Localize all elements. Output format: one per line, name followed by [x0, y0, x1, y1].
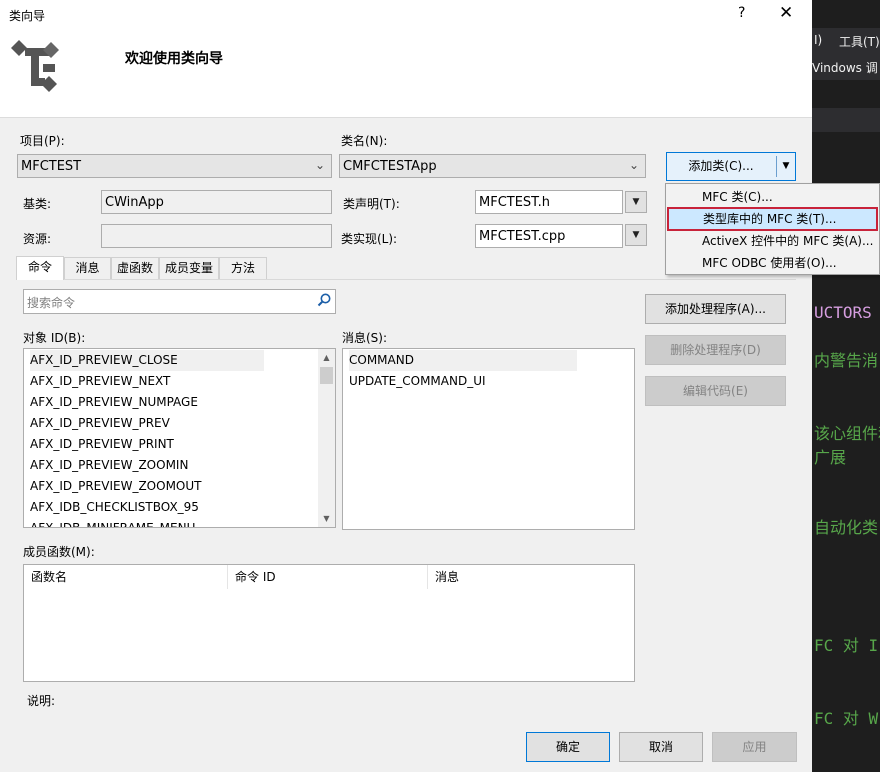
- ide-toolbar-text[interactable]: Vindows 调: [812, 59, 878, 76]
- scroll-thumb[interactable]: [320, 367, 333, 384]
- object-ids-list[interactable]: AFX_ID_PREVIEW_CLOSE AFX_ID_PREVIEW_NEXT A…: [23, 348, 336, 528]
- ide-menu-tools[interactable]: 工具(T): [839, 33, 880, 50]
- object-ids-label: 对象 ID(B):: [23, 331, 86, 345]
- member-functions-label: 成员函数(M):: [23, 545, 95, 559]
- search-icon[interactable]: [316, 292, 332, 308]
- class-wizard-logo-icon: [11, 40, 59, 92]
- object-id-item[interactable]: AFX_IDB_MINIFRAME_MENU: [30, 518, 195, 527]
- classname-value: CMFCTESTApp: [343, 159, 437, 174]
- search-commands-box[interactable]: 搜索命令: [23, 289, 336, 314]
- delete-handler-button[interactable]: 删除处理程序(D): [645, 335, 786, 365]
- project-combo[interactable]: MFCTEST ⌄: [17, 154, 332, 178]
- ide-menubar: I) 工具(T): [812, 28, 880, 54]
- object-ids-scrollbar[interactable]: ▲ ▼: [318, 349, 335, 527]
- project-value: MFCTEST: [21, 159, 82, 174]
- messages-label: 消息(S):: [342, 331, 388, 345]
- ide-code-line: FC 对 W: [814, 709, 879, 728]
- ide-toolbar: Vindows 调: [812, 54, 880, 80]
- class-impl-label: 类实现(L):: [341, 232, 398, 246]
- project-label: 项目(P):: [20, 134, 65, 148]
- description-label: 说明:: [27, 694, 56, 708]
- classname-combo[interactable]: CMFCTESTApp ⌄: [339, 154, 646, 178]
- menu-item-mfc-class[interactable]: MFC 类(C)...: [667, 186, 878, 208]
- object-id-item[interactable]: AFX_ID_PREVIEW_PRINT: [30, 434, 174, 455]
- tab-member-variables[interactable]: 成员变量: [159, 257, 219, 279]
- menu-item-mfc-odbc-consumer[interactable]: MFC ODBC 使用者(O)...: [667, 252, 878, 274]
- class-decl-field[interactable]: MFCTEST.h: [475, 190, 623, 214]
- close-button[interactable]: ✕: [779, 3, 793, 23]
- tab-commands[interactable]: 命令: [16, 256, 64, 280]
- column-header-function-name[interactable]: 函数名: [24, 565, 228, 589]
- scroll-down-icon[interactable]: ▼: [318, 510, 335, 527]
- add-class-menu: MFC 类(C)... 类型库中的 MFC 类(T)... ActiveX 控件中的…: [665, 183, 880, 275]
- class-wizard-dialog: 类向导 ? ✕ 欢迎使用类向导 项目(P): MFCTEST ⌄ 类名(N): …: [0, 0, 812, 772]
- dialog-title: 类向导: [9, 9, 46, 23]
- member-functions-table[interactable]: 函数名 命令 ID 消息: [23, 564, 635, 682]
- wizard-header: 欢迎使用类向导: [0, 30, 812, 118]
- welcome-heading: 欢迎使用类向导: [125, 51, 223, 67]
- object-id-item[interactable]: AFX_ID_PREVIEW_PREV: [30, 413, 170, 434]
- tab-virtual-functions[interactable]: 虚函数: [111, 257, 159, 279]
- class-decl-value: MFCTEST.h: [479, 195, 550, 210]
- ide-code-line: 内警告消: [814, 351, 879, 370]
- apply-button[interactable]: 应用: [712, 732, 797, 762]
- object-id-item[interactable]: AFX_ID_PREVIEW_NUMPAGE: [30, 392, 198, 413]
- chevron-down-icon: ⌄: [314, 158, 325, 172]
- search-commands-placeholder: 搜索命令: [27, 296, 76, 310]
- add-class-split-button[interactable]: 添加类(C)... ▼: [666, 152, 796, 181]
- cancel-button[interactable]: 取消: [619, 732, 703, 762]
- base-class-field[interactable]: CWinApp: [101, 190, 332, 214]
- column-header-command-id[interactable]: 命令 ID: [228, 565, 428, 589]
- object-id-item[interactable]: AFX_IDB_CHECKLISTBOX_95: [30, 497, 199, 518]
- object-id-item[interactable]: AFX_ID_PREVIEW_NEXT: [30, 371, 170, 392]
- class-impl-dropdown-button[interactable]: ▼: [625, 224, 647, 246]
- class-decl-dropdown-button[interactable]: ▼: [625, 191, 647, 213]
- ide-code-line: UCTORS: [814, 303, 872, 322]
- messages-list[interactable]: COMMAND UPDATE_COMMAND_UI: [342, 348, 635, 530]
- resource-label: 资源:: [23, 232, 52, 246]
- ide-code-line: 广展: [814, 448, 847, 467]
- column-header-message[interactable]: 消息: [428, 565, 634, 589]
- add-class-button-label[interactable]: 添加类(C)...: [667, 153, 775, 180]
- menu-item-mfc-class-from-activex[interactable]: ActiveX 控件中的 MFC 类(A)...: [667, 230, 878, 252]
- base-class-value: CWinApp: [105, 195, 164, 210]
- resource-field[interactable]: [101, 224, 332, 248]
- base-class-label: 基类:: [23, 197, 52, 211]
- tab-methods[interactable]: 方法: [219, 257, 267, 279]
- edit-code-button[interactable]: 编辑代码(E): [645, 376, 786, 406]
- menu-item-mfc-class-from-typelib[interactable]: 类型库中的 MFC 类(T)...: [667, 207, 878, 231]
- object-id-item[interactable]: AFX_ID_PREVIEW_ZOOMOUT: [30, 476, 202, 497]
- object-id-item[interactable]: AFX_ID_PREVIEW_ZOOMIN: [30, 455, 188, 476]
- classname-label: 类名(N):: [341, 134, 388, 148]
- add-handler-button[interactable]: 添加处理程序(A)...: [645, 294, 786, 324]
- object-id-item[interactable]: AFX_ID_PREVIEW_CLOSE: [30, 350, 264, 371]
- scroll-up-icon[interactable]: ▲: [318, 349, 335, 366]
- dropdown-arrow-icon[interactable]: ▼: [777, 153, 795, 180]
- title-bar: 类向导 ? ✕: [0, 0, 812, 30]
- help-button[interactable]: ?: [738, 5, 745, 21]
- ide-code-line: FC 对 I: [814, 636, 879, 655]
- class-impl-value: MFCTEST.cpp: [479, 229, 566, 244]
- message-item[interactable]: UPDATE_COMMAND_UI: [349, 371, 486, 392]
- ide-tabstrip: [812, 108, 880, 132]
- ok-button[interactable]: 确定: [526, 732, 610, 762]
- class-impl-field[interactable]: MFCTEST.cpp: [475, 224, 623, 248]
- class-decl-label: 类声明(T):: [343, 197, 400, 211]
- chevron-down-icon: ⌄: [628, 158, 639, 172]
- ide-code-line: 自动化类: [814, 518, 879, 537]
- message-item[interactable]: COMMAND: [349, 350, 577, 371]
- ide-code-line: 该心组件和: [814, 424, 880, 443]
- ide-menu-partial[interactable]: I): [814, 33, 822, 47]
- tab-messages[interactable]: 消息: [64, 257, 111, 279]
